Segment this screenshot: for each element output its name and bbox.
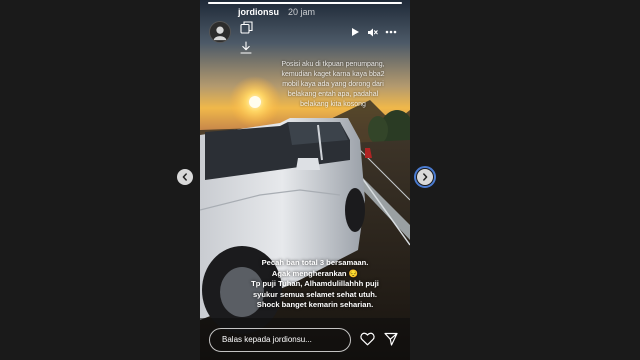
- play-button[interactable]: [349, 26, 361, 38]
- story-card[interactable]: jordionsu 20 jam Posisi aku di tkpuan pe…: [200, 0, 410, 360]
- download-button[interactable]: [239, 40, 253, 54]
- chevron-right-icon: [423, 173, 428, 181]
- more-icon: [385, 30, 397, 34]
- reply-input[interactable]: Balas kepada jordionsu...: [209, 328, 351, 352]
- volume-muted-icon: [367, 28, 378, 36]
- heart-icon: [360, 332, 375, 346]
- story-header: jordionsu 20 jam: [208, 5, 404, 45]
- story-caption-bottom: Pecah ban total 3 bersamaan. Agak menghe…: [251, 258, 379, 310]
- copy-button[interactable]: [239, 20, 253, 34]
- previous-story-button[interactable]: [177, 169, 193, 185]
- play-icon: [352, 28, 359, 36]
- avatar[interactable]: [209, 21, 231, 43]
- chevron-left-icon: [182, 173, 187, 181]
- story-caption-top: Posisi aku di tkpuan penumpang, kemudian…: [281, 61, 385, 108]
- username[interactable]: jordionsu: [238, 7, 279, 17]
- reply-bar: Balas kepada jordionsu...: [200, 326, 410, 356]
- mute-button[interactable]: [366, 26, 378, 38]
- next-story-button[interactable]: [414, 166, 436, 188]
- like-button[interactable]: [360, 332, 375, 351]
- more-button[interactable]: [384, 26, 398, 38]
- share-button[interactable]: [384, 332, 398, 351]
- avatar-image: [210, 22, 230, 42]
- download-icon: [240, 40, 252, 54]
- story-progress-bar: [208, 2, 402, 4]
- story-viewer: jordionsu 20 jam Posisi aku di tkpuan pe…: [0, 0, 640, 360]
- story-progress-fill: [208, 2, 402, 4]
- send-icon: [384, 332, 398, 346]
- timestamp: 20 jam: [288, 7, 316, 17]
- copy-icon: [239, 20, 253, 34]
